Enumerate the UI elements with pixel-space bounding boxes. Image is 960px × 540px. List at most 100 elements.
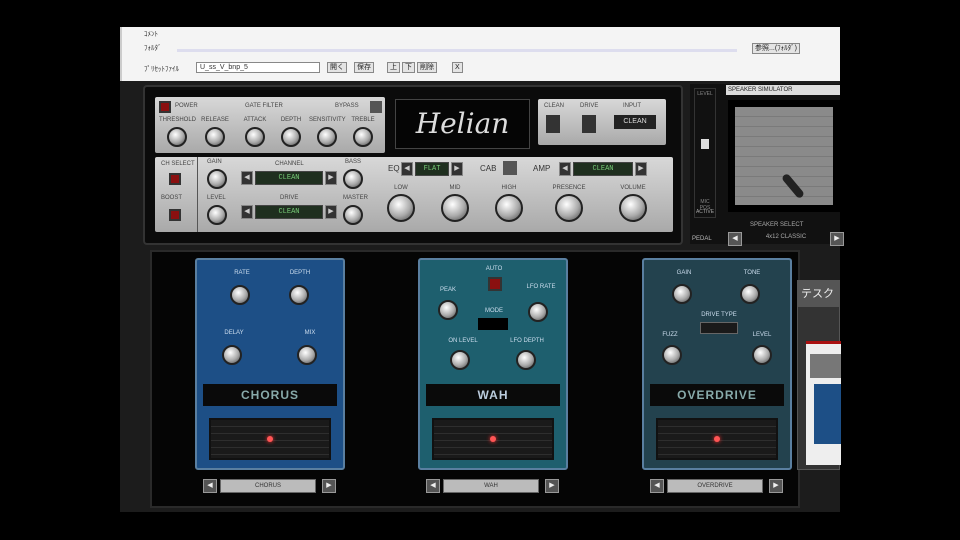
- eq-display: FLAT: [415, 162, 449, 176]
- amp-next-icon[interactable]: ▶: [635, 162, 647, 176]
- depth-knob[interactable]: [281, 127, 301, 147]
- overdrive-select[interactable]: OVERDRIVE: [667, 479, 763, 493]
- footswitch[interactable]: [209, 418, 331, 460]
- high-knob[interactable]: [495, 194, 523, 222]
- master-knob[interactable]: [343, 205, 363, 225]
- speaker-select-label: SPEAKER SELECT: [750, 222, 804, 228]
- helian-logo: Helian: [395, 99, 530, 149]
- low-knob[interactable]: [387, 194, 415, 222]
- ch-select-led[interactable]: [169, 173, 181, 185]
- pedal-name: CHORUS: [203, 384, 337, 406]
- speaker-next-icon[interactable]: ▶: [830, 232, 844, 246]
- lfo-rate-knob[interactable]: [528, 302, 548, 322]
- lfo-rate-label: LFO RATE: [526, 284, 556, 290]
- down-button[interactable]: 下: [402, 62, 415, 73]
- bypass-label: BYPASS: [335, 103, 359, 109]
- boost-led[interactable]: [169, 209, 181, 221]
- footswitch[interactable]: [656, 418, 778, 460]
- bypass-switch[interactable]: [370, 101, 382, 113]
- thumbnail-toolbar: [810, 354, 841, 378]
- folder-browse-button[interactable]: 参照...(ﾌｫﾙﾀﾞ): [752, 43, 800, 54]
- power-led[interactable]: [159, 101, 171, 113]
- chorus-next-icon[interactable]: ▶: [322, 479, 336, 493]
- fuzz-label: FUZZ: [662, 332, 678, 338]
- cab-switch[interactable]: [503, 161, 517, 175]
- depth-knob[interactable]: [289, 285, 309, 305]
- drive-switch[interactable]: [582, 115, 596, 133]
- fuzz-knob[interactable]: [662, 345, 682, 365]
- peak-knob[interactable]: [438, 300, 458, 320]
- treble-knob[interactable]: [353, 127, 373, 147]
- sensitivity-knob[interactable]: [317, 127, 337, 147]
- bass-knob[interactable]: [343, 169, 363, 189]
- wah-next-icon[interactable]: ▶: [545, 479, 559, 493]
- close-button[interactable]: X: [452, 62, 463, 73]
- threshold-knob[interactable]: [167, 127, 187, 147]
- gain-knob[interactable]: [672, 284, 692, 304]
- amp-head: POWER GATE FILTER BYPASS THRESHOLD RELEA…: [143, 85, 683, 245]
- rate-knob[interactable]: [230, 285, 250, 305]
- on-level-knob[interactable]: [450, 350, 470, 370]
- high-label: HIGH: [501, 185, 517, 191]
- speaker-select[interactable]: 4x12 CLASSIC: [746, 234, 826, 244]
- mid-label: MID: [449, 185, 461, 191]
- prev-arrow-icon[interactable]: ◀: [241, 205, 253, 219]
- tone-knob[interactable]: [740, 284, 760, 304]
- input-display[interactable]: CLEAN: [614, 115, 656, 129]
- mix-knob[interactable]: [297, 345, 317, 365]
- overdrive-prev-icon[interactable]: ◀: [650, 479, 664, 493]
- chorus-pedal: RATE DEPTH DELAY MIX CHORUS: [195, 258, 345, 470]
- status-led: [490, 436, 496, 442]
- open-button[interactable]: 開く: [327, 62, 347, 73]
- pedal-name: OVERDRIVE: [650, 384, 784, 406]
- preset-select[interactable]: U_ss_V_bnp_5: [196, 62, 320, 73]
- status-led: [714, 436, 720, 442]
- taskbar-popup[interactable]: テスク: [797, 280, 841, 470]
- knob-label: THRESHOLD: [159, 117, 197, 123]
- volume-knob[interactable]: [619, 194, 647, 222]
- wah-prev-icon[interactable]: ◀: [426, 479, 440, 493]
- level-knob[interactable]: [752, 345, 772, 365]
- mid-knob[interactable]: [441, 194, 469, 222]
- attack-knob[interactable]: [245, 127, 265, 147]
- amp-prev-icon[interactable]: ◀: [559, 162, 571, 176]
- folder-path-field[interactable]: [177, 49, 737, 52]
- drive-label: DRIVE: [580, 103, 599, 109]
- overdrive-next-icon[interactable]: ▶: [769, 479, 783, 493]
- wah-select[interactable]: WAH: [443, 479, 539, 493]
- speaker-title: SPEAKER SIMULATOR: [726, 85, 840, 95]
- eq-next-icon[interactable]: ▶: [451, 162, 463, 176]
- auto-led[interactable]: [488, 277, 502, 291]
- mic-position-view[interactable]: [728, 100, 840, 212]
- preset-toolbar: ｺﾒﾝﾄ ﾌｫﾙﾀﾞ 参照...(ﾌｫﾙﾀﾞ) ﾌﾟﾘｾｯﾄﾌｧｲﾙ U_ss_…: [120, 27, 840, 81]
- level-slider-track[interactable]: LEVEL MIC POS ACTIVE: [694, 88, 716, 218]
- slider-label: LEVEL: [697, 91, 713, 97]
- channel-switch-panel: CLEAN DRIVE INPUT CLEAN: [538, 99, 666, 145]
- up-button[interactable]: 上: [387, 62, 400, 73]
- delay-knob[interactable]: [222, 345, 242, 365]
- release-knob[interactable]: [205, 127, 225, 147]
- overdrive-pedal: GAIN TONE DRIVE TYPE FUZZ LEVEL OVERDRIV…: [642, 258, 792, 470]
- chorus-prev-icon[interactable]: ◀: [203, 479, 217, 493]
- gain-knob[interactable]: [207, 169, 227, 189]
- mode-switch[interactable]: [478, 318, 508, 330]
- clean-switch[interactable]: [546, 115, 560, 133]
- eq-prev-icon[interactable]: ◀: [401, 162, 413, 176]
- next-arrow-icon[interactable]: ▶: [325, 205, 337, 219]
- popup-thumbnail[interactable]: [806, 341, 841, 465]
- knob-label: DEPTH: [280, 117, 302, 123]
- chorus-select[interactable]: CHORUS: [220, 479, 316, 493]
- amp-display: CLEAN: [573, 162, 633, 176]
- prev-arrow-icon[interactable]: ◀: [241, 171, 253, 185]
- drive-type-switch[interactable]: [700, 322, 738, 334]
- next-arrow-icon[interactable]: ▶: [325, 171, 337, 185]
- presence-knob[interactable]: [555, 194, 583, 222]
- speaker-prev-icon[interactable]: ◀: [728, 232, 742, 246]
- delete-button[interactable]: 削除: [417, 62, 437, 73]
- microphone-icon[interactable]: [780, 172, 806, 200]
- footswitch[interactable]: [432, 418, 554, 460]
- save-button[interactable]: 保存: [354, 62, 374, 73]
- lfo-depth-knob[interactable]: [516, 350, 536, 370]
- level-slider-handle[interactable]: [701, 139, 709, 149]
- level-knob[interactable]: [207, 205, 227, 225]
